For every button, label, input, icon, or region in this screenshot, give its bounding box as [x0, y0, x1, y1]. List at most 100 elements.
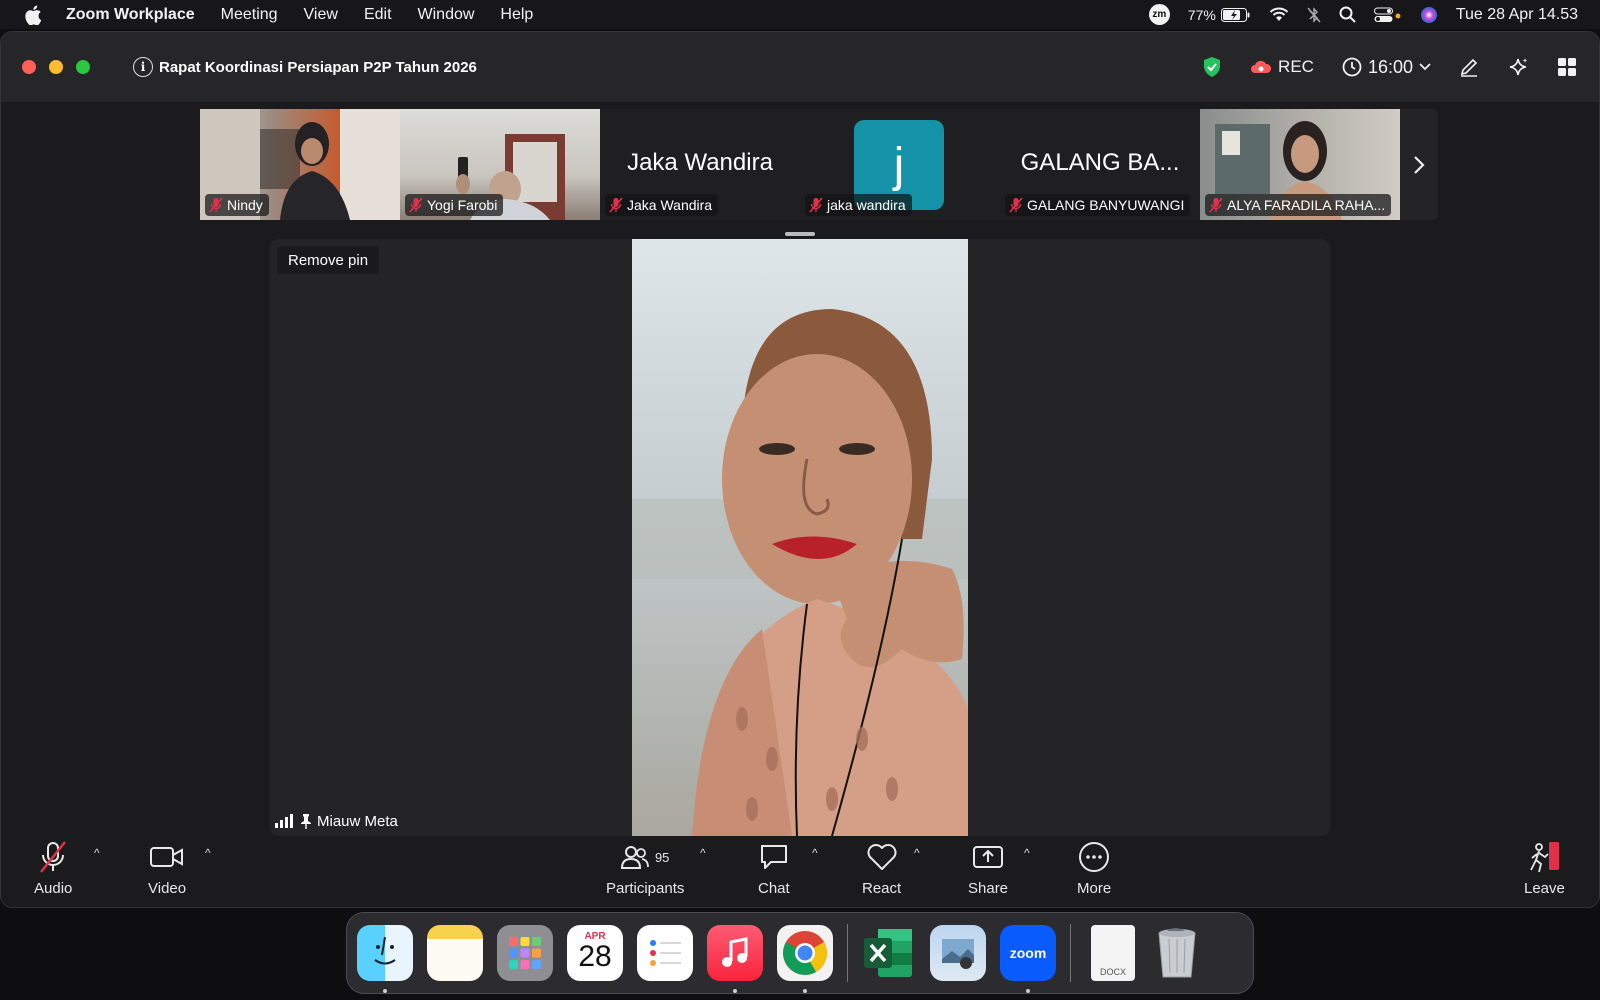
- music-icon[interactable]: [707, 925, 763, 993]
- muted-mic-icon: [209, 197, 223, 213]
- siri-icon[interactable]: [1420, 6, 1438, 24]
- thumbnail-galang-banyuwangi[interactable]: GALANG BA... GALANG BANYUWANGI: [1000, 109, 1200, 220]
- thumbnail-yogi-farobi[interactable]: Yogi Farobi: [400, 109, 600, 220]
- leave-door-icon: [1527, 838, 1561, 876]
- thumbnail-jaka-wandira-lower[interactable]: j jaka wandira: [800, 109, 1000, 220]
- participant-name: ALYA FARADILA RAHA...: [1227, 197, 1386, 213]
- annotate-pencil-icon[interactable]: [1459, 57, 1479, 77]
- docx-label: DOCX: [1099, 967, 1126, 977]
- cloud-record-icon: [1251, 60, 1272, 73]
- launchpad-icon[interactable]: [497, 925, 553, 981]
- chevron-down-icon: [1419, 63, 1431, 71]
- thumbnail-alya-faradila[interactable]: ALYA FARADILA RAHA...: [1200, 109, 1400, 220]
- react-button[interactable]: React: [862, 838, 901, 897]
- muted-mic-icon: [37, 838, 69, 876]
- share-options-caret[interactable]: ^: [1024, 846, 1030, 860]
- window-titlebar: i Rapat Koordinasi Persiapan P2P Tahun 2…: [1, 32, 1599, 102]
- speaker-nametag: Miauw Meta: [275, 809, 398, 833]
- macos-dock: APR 28 zoom DOCX: [346, 912, 1254, 994]
- audio-options-caret[interactable]: ^: [94, 846, 100, 860]
- wifi-icon[interactable]: [1269, 7, 1289, 22]
- participants-icon-group: 95: [620, 838, 670, 876]
- chat-label: Chat: [758, 880, 790, 897]
- muted-mic-icon: [809, 197, 823, 213]
- participants-button[interactable]: 95 Participants: [606, 838, 684, 897]
- chat-button[interactable]: Chat: [758, 838, 790, 897]
- chat-options-caret[interactable]: ^: [812, 846, 818, 860]
- spotlight-search-icon[interactable]: [1339, 6, 1356, 23]
- meeting-timer[interactable]: 16:00: [1342, 57, 1431, 78]
- docx-file-icon[interactable]: DOCX: [1091, 925, 1135, 981]
- chrome-icon[interactable]: [777, 925, 833, 993]
- participant-name: Jaka Wandira: [627, 197, 713, 213]
- thumbnail-jaka-wandira[interactable]: Jaka Wandira Jaka Wandira: [600, 109, 800, 220]
- participants-label: Participants: [606, 880, 685, 897]
- thumbnail-nametag: Jaka Wandira: [605, 194, 719, 216]
- menu-edit[interactable]: Edit: [364, 6, 392, 24]
- meeting-title: Rapat Koordinasi Persiapan P2P Tahun 202…: [159, 58, 477, 76]
- participants-count: 95: [654, 849, 670, 865]
- more-button[interactable]: More: [1077, 838, 1111, 897]
- menu-view[interactable]: View: [304, 6, 338, 24]
- zoom-app-icon[interactable]: zoom: [1000, 925, 1056, 993]
- active-speaker-video[interactable]: [632, 239, 968, 836]
- audio-label: Audio: [34, 880, 73, 897]
- share-button[interactable]: Share: [968, 838, 1008, 897]
- zoom-status-icon[interactable]: zm: [1148, 4, 1170, 25]
- next-page-button[interactable]: [1400, 109, 1438, 220]
- leave-button[interactable]: Leave: [1524, 838, 1565, 897]
- video-camera-icon: [150, 838, 184, 876]
- dock-separator: [1070, 924, 1071, 982]
- audio-button[interactable]: Audio: [34, 838, 72, 897]
- react-options-caret[interactable]: ^: [914, 846, 920, 860]
- close-window-button[interactable]: [22, 60, 36, 74]
- dock-separator: [847, 924, 848, 982]
- menubar-clock[interactable]: Tue 28 Apr 14.53: [1456, 6, 1578, 24]
- running-indicator: [733, 989, 737, 993]
- info-icon[interactable]: i: [133, 57, 153, 77]
- remove-pin-button[interactable]: Remove pin: [277, 246, 380, 274]
- fullscreen-window-button[interactable]: [76, 60, 90, 74]
- video-label: Video: [148, 880, 187, 897]
- more-ellipsis-icon: [1078, 838, 1110, 876]
- battery-status[interactable]: 77%: [1188, 7, 1251, 23]
- resize-drag-handle[interactable]: [785, 232, 815, 236]
- finder-icon[interactable]: [357, 925, 413, 993]
- view-layout-grid-icon[interactable]: [1557, 57, 1577, 77]
- running-indicator: [1026, 989, 1030, 993]
- speaker-video-image: [632, 309, 968, 836]
- battery-percent: 77%: [1187, 6, 1216, 23]
- notes-icon[interactable]: [427, 925, 483, 981]
- menu-window[interactable]: Window: [418, 6, 475, 24]
- video-options-caret[interactable]: ^: [205, 846, 211, 860]
- encryption-shield-icon[interactable]: [1202, 56, 1222, 78]
- apple-icon[interactable]: [24, 5, 44, 25]
- menu-app-name[interactable]: Zoom Workplace: [66, 6, 195, 24]
- minimize-window-button[interactable]: [49, 60, 63, 74]
- cloud-recording-indicator[interactable]: REC: [1250, 57, 1314, 77]
- excel-icon[interactable]: [860, 925, 916, 981]
- participant-thumbnail-strip: Nindy Yogi Farobi Jaka Wandira Jaka Wand…: [200, 109, 1438, 220]
- control-center-icon[interactable]: [1373, 7, 1402, 23]
- muted-mic-icon: [1009, 197, 1023, 213]
- thumbnail-nindy[interactable]: Nindy: [200, 109, 400, 220]
- preview-icon[interactable]: [930, 925, 986, 981]
- calendar-day: 28: [578, 939, 612, 973]
- thumbnail-nametag: ALYA FARADILA RAHA...: [1205, 194, 1392, 216]
- menu-help[interactable]: Help: [500, 6, 533, 24]
- trash-icon[interactable]: [1149, 925, 1205, 981]
- thumbnail-nametag: Yogi Farobi: [405, 194, 504, 216]
- calendar-icon[interactable]: APR 28: [567, 925, 623, 981]
- participants-options-caret[interactable]: ^: [700, 846, 706, 860]
- video-button[interactable]: Video: [148, 838, 186, 897]
- muted-mic-icon: [1209, 197, 1223, 213]
- menu-meeting[interactable]: Meeting: [221, 6, 278, 24]
- heart-icon: [866, 838, 898, 876]
- muted-mic-icon: [409, 197, 423, 213]
- ai-companion-sparkle-icon[interactable]: [1507, 56, 1529, 78]
- participant-display-name: GALANG BA...: [1020, 149, 1180, 176]
- bluetooth-off-icon[interactable]: [1307, 6, 1321, 24]
- meeting-info[interactable]: i Rapat Koordinasi Persiapan P2P Tahun 2…: [133, 57, 477, 77]
- thumbnail-nametag: Nindy: [205, 194, 269, 216]
- reminders-icon[interactable]: [637, 925, 693, 981]
